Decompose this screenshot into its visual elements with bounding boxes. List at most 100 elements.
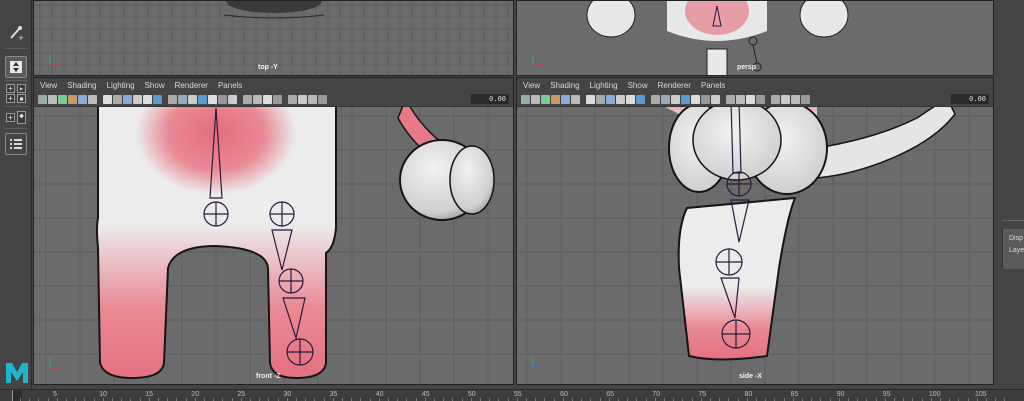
viewport-toolbar-icon[interactable] xyxy=(561,94,570,104)
gamma-value-field[interactable]: 0.00 xyxy=(951,94,989,104)
viewport-toolbar-icon[interactable] xyxy=(253,94,262,104)
menu-panels[interactable]: Panels xyxy=(218,81,242,90)
viewport-toolbar-icon[interactable] xyxy=(746,94,755,104)
timeline-tick-label: 40 xyxy=(375,391,384,398)
viewport-toolbar-icon[interactable] xyxy=(198,94,207,104)
viewport-toolbar-icon[interactable] xyxy=(521,94,530,104)
viewport-toolbar-icon[interactable] xyxy=(701,94,710,104)
viewport-toolbar-icon[interactable] xyxy=(123,94,132,104)
viewport-toolbar-icon[interactable] xyxy=(318,94,327,104)
toolbox: + + ▸ + ▪ + ◆ xyxy=(0,0,32,389)
menu-show[interactable]: Show xyxy=(628,81,648,90)
viewport-toolbar-icon[interactable] xyxy=(133,94,142,104)
viewport-toolbar-icon[interactable] xyxy=(48,94,57,104)
viewport-toolbar-icon[interactable] xyxy=(88,94,97,104)
viewport-toolbar-icon[interactable] xyxy=(153,94,162,104)
viewport-toolbar-icon[interactable] xyxy=(606,94,615,104)
viewport-toolbar-icon[interactable] xyxy=(113,94,122,104)
layout-single-icon[interactable]: ◆ xyxy=(17,111,26,124)
layout-plus-icon[interactable]: + xyxy=(6,94,15,103)
gamma-value-field[interactable]: 0.00 xyxy=(471,94,509,104)
front-iconbar: 0.00 xyxy=(34,92,513,107)
viewport-persp[interactable]: persp xyxy=(516,0,994,76)
viewport-toolbar-icon[interactable] xyxy=(143,94,152,104)
viewport-label-front: front -Z xyxy=(256,373,281,380)
viewport-toolbar-icon[interactable] xyxy=(651,94,660,104)
viewport-top[interactable]: top -Y xyxy=(33,0,514,76)
viewport-toolbar-icon[interactable] xyxy=(58,94,67,104)
viewport-toolbar-icon[interactable] xyxy=(791,94,800,104)
viewport-toolbar-icon[interactable] xyxy=(38,94,47,104)
menu-shading[interactable]: Shading xyxy=(67,81,96,90)
layout-grid-icon[interactable]: ▪ xyxy=(17,94,26,103)
viewport-toolbar-icon[interactable] xyxy=(218,94,227,104)
viewport-toolbar-icon[interactable] xyxy=(288,94,297,104)
viewport-front[interactable]: View Shading Lighting Show Renderer Pane… xyxy=(33,77,514,385)
timeline-tick-label: 105 xyxy=(975,391,987,398)
timeline-tick-label: 15 xyxy=(145,391,153,398)
viewport-toolbar-icon[interactable] xyxy=(711,94,720,104)
menu-renderer[interactable]: Renderer xyxy=(658,81,691,90)
viewport-toolbar-icon[interactable] xyxy=(541,94,550,104)
outliner-button[interactable] xyxy=(5,133,27,155)
viewport-toolbar-icon[interactable] xyxy=(298,94,307,104)
display-tab[interactable]: Disp xyxy=(1003,233,1024,245)
viewport-toolbar-icon[interactable] xyxy=(586,94,595,104)
viewport-toolbar-icon[interactable] xyxy=(616,94,625,104)
viewport-toolbar-icon[interactable] xyxy=(626,94,635,104)
menu-renderer[interactable]: Renderer xyxy=(175,81,208,90)
viewport-toolbar-icon[interactable] xyxy=(178,94,187,104)
viewport-toolbar-icon[interactable] xyxy=(681,94,690,104)
viewport-toolbar-icon[interactable] xyxy=(188,94,197,104)
layout-arrow-icon[interactable]: ▸ xyxy=(17,84,26,93)
viewport-toolbar-icon[interactable] xyxy=(243,94,252,104)
viewport-toolbar-icon[interactable] xyxy=(771,94,780,104)
select-tool-button[interactable]: + xyxy=(5,22,27,44)
viewport-toolbar-icon[interactable] xyxy=(273,94,282,104)
move-tool-button[interactable] xyxy=(5,56,27,78)
viewport-toolbar-icon[interactable] xyxy=(661,94,670,104)
right-panel xyxy=(996,0,1024,389)
layers-tab[interactable]: Laye xyxy=(1003,245,1024,257)
menu-show[interactable]: Show xyxy=(145,81,165,90)
viewport-toolbar-icon[interactable] xyxy=(756,94,765,104)
viewport-toolbar-icon[interactable] xyxy=(531,94,540,104)
layout-plus-icon[interactable]: + xyxy=(6,84,15,93)
viewport-label-persp: persp xyxy=(737,64,757,71)
timeline-tick-label: 80 xyxy=(744,391,753,398)
viewport-toolbar-icon[interactable] xyxy=(781,94,790,104)
viewport-toolbar-icon[interactable] xyxy=(671,94,680,104)
viewport-toolbar-icon[interactable] xyxy=(308,94,317,104)
viewport-toolbar-icon[interactable] xyxy=(68,94,77,104)
menu-lighting[interactable]: Lighting xyxy=(590,81,618,90)
viewport-toolbar-icon[interactable] xyxy=(691,94,700,104)
menu-panels[interactable]: Panels xyxy=(701,81,725,90)
menu-view[interactable]: View xyxy=(523,81,540,90)
time-slider[interactable]: 5 10 15 20 25 30 35 40 45 50 55 60 65 70 75 80 85 90 95 100… xyxy=(0,389,1024,401)
viewport-toolbar-icon[interactable] xyxy=(571,94,580,104)
menu-shading[interactable]: Shading xyxy=(550,81,579,90)
viewport-toolbar-icon[interactable] xyxy=(596,94,605,104)
viewport-toolbar-icon[interactable] xyxy=(551,94,560,104)
menu-lighting[interactable]: Lighting xyxy=(107,81,135,90)
layout-plus-icon[interactable]: + xyxy=(6,113,15,122)
menu-view[interactable]: View xyxy=(40,81,57,90)
viewport-toolbar-icon[interactable] xyxy=(168,94,177,104)
viewport-toolbar-icon[interactable] xyxy=(263,94,272,104)
viewport-toolbar-icon[interactable] xyxy=(228,94,237,104)
channel-box-tabs[interactable]: Disp Laye xyxy=(1002,229,1024,269)
timeline-tick-label: 85 xyxy=(790,391,799,398)
viewport-toolbar-icon[interactable] xyxy=(78,94,87,104)
timeline-tick-label: 10 xyxy=(99,391,107,398)
viewport-toolbar-icon[interactable] xyxy=(208,94,217,104)
viewport-toolbar-icon[interactable] xyxy=(736,94,745,104)
viewport-toolbar-icon[interactable] xyxy=(636,94,645,104)
viewport-toolbar-icon[interactable] xyxy=(103,94,112,104)
outliner-icon xyxy=(10,139,22,149)
timeline-tick-label: 90 xyxy=(836,391,845,398)
viewport-side[interactable]: View Shading Lighting Show Renderer Pane… xyxy=(516,77,994,385)
viewport-toolbar-icon[interactable] xyxy=(801,94,810,104)
timeline-tick-label: 95 xyxy=(882,391,891,398)
viewport-toolbar-icon[interactable] xyxy=(726,94,735,104)
axis-gizmo-icon xyxy=(532,358,539,369)
